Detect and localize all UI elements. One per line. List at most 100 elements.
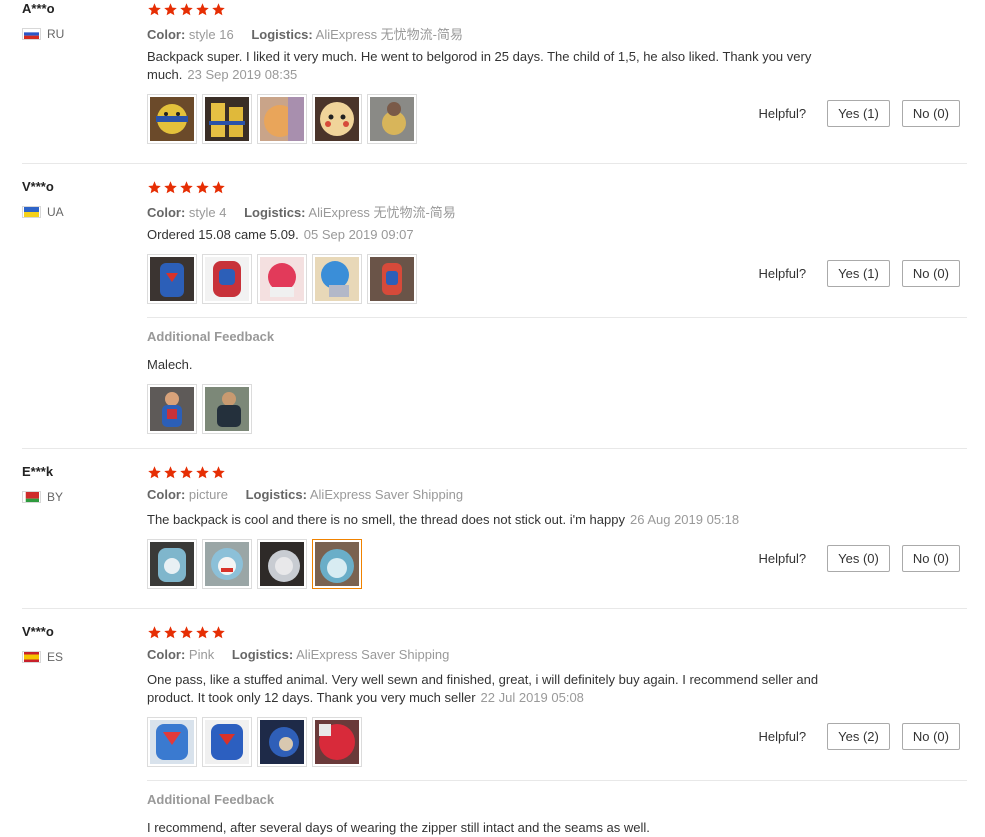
- review-photo-thumbnail[interactable]: [202, 254, 252, 304]
- vote-yes-button[interactable]: Yes (0): [827, 545, 890, 572]
- feedback-divider: [147, 780, 967, 781]
- vote-yes-button[interactable]: Yes (1): [827, 260, 890, 287]
- photo-image: [205, 720, 249, 764]
- review-text: The backpack is cool and there is no sme…: [147, 511, 847, 529]
- photo-image: [315, 720, 359, 764]
- flag-belarus-icon: [22, 491, 41, 503]
- star-icon: [196, 466, 209, 479]
- review-divider: [22, 163, 967, 164]
- color-value: style 4: [188, 205, 227, 220]
- color-label: Color:: [147, 647, 186, 662]
- additional-feedback-text: I recommend, after several days of weari…: [147, 820, 650, 835]
- reviewer-country: UA: [22, 205, 64, 219]
- country-code: RU: [47, 27, 65, 41]
- photo-image: [205, 97, 249, 141]
- star-icon: [212, 466, 225, 479]
- review-photo-thumbnail[interactable]: [202, 384, 252, 434]
- star-icon: [212, 181, 225, 194]
- vote-no-button[interactable]: No (0): [901, 260, 960, 287]
- photo-image: [150, 542, 194, 586]
- reviewer-country: BY: [22, 490, 63, 504]
- logistics-label: Logistics:: [251, 27, 313, 42]
- star-icon: [212, 626, 225, 639]
- star-icon: [180, 3, 193, 16]
- vote-no-button[interactable]: No (0): [901, 723, 960, 750]
- vote-no-button[interactable]: No (0): [901, 100, 960, 127]
- review-photo-thumbnail[interactable]: [257, 94, 307, 144]
- review-divider: [22, 608, 967, 609]
- star-icon: [180, 181, 193, 194]
- color-label: Color:: [147, 205, 186, 220]
- star-icon: [212, 3, 225, 16]
- review-photo-thumbnail-selected[interactable]: [312, 539, 362, 589]
- review-meta: Color: style 4 Logistics: AliExpress 无忧物…: [147, 202, 456, 221]
- photo-image: [150, 257, 194, 301]
- review-photos: [147, 717, 367, 767]
- color-value: picture: [188, 487, 228, 502]
- vote-no-button[interactable]: No (0): [901, 545, 960, 572]
- review-photo-thumbnail[interactable]: [147, 254, 197, 304]
- review-photo-thumbnail[interactable]: [147, 539, 197, 589]
- review-photo-thumbnail[interactable]: [312, 717, 362, 767]
- review-photo-thumbnail[interactable]: [257, 539, 307, 589]
- reviewer-name: V***o: [22, 624, 54, 639]
- review-photo-thumbnail[interactable]: [147, 384, 197, 434]
- color-value: style 16: [188, 27, 234, 42]
- photo-image: [370, 97, 414, 141]
- logistics-label: Logistics:: [245, 487, 307, 502]
- review-date: 26 Aug 2019 05:18: [629, 512, 740, 527]
- star-icon: [164, 3, 177, 16]
- review-photo-thumbnail[interactable]: [367, 94, 417, 144]
- review-text: Backpack super. I liked it very much. He…: [147, 48, 847, 84]
- reviewer-name: V***o: [22, 179, 54, 194]
- reviewer-country: RU: [22, 27, 64, 41]
- review-photo-thumbnail[interactable]: [202, 539, 252, 589]
- helpful-vote: Helpful? Yes (2) No (0): [758, 723, 960, 750]
- photo-image: [260, 257, 304, 301]
- logistics-value: AliExpress 无忧物流-简易: [308, 205, 456, 220]
- logistics-value: AliExpress Saver Shipping: [296, 647, 450, 662]
- review-photos: [147, 94, 422, 144]
- vote-yes-button[interactable]: Yes (2): [827, 723, 890, 750]
- logistics-label: Logistics:: [231, 647, 294, 662]
- review-photo-thumbnail[interactable]: [257, 717, 307, 767]
- review-photo-thumbnail[interactable]: [312, 94, 362, 144]
- review-body: The backpack is cool and there is no sme…: [147, 512, 625, 527]
- flag-russia-icon: [22, 28, 41, 40]
- photo-image: [150, 97, 194, 141]
- flag-ukraine-icon: [22, 206, 41, 218]
- additional-feedback-title: Additional Feedback: [147, 329, 275, 344]
- helpful-vote: Helpful? Yes (1) No (0): [758, 260, 960, 287]
- helpful-label: Helpful?: [758, 266, 807, 281]
- review-photo-thumbnail[interactable]: [202, 94, 252, 144]
- additional-feedback-text: Malech.: [147, 357, 193, 372]
- vote-yes-button[interactable]: Yes (1): [827, 100, 890, 127]
- star-rating: [147, 2, 227, 17]
- photo-image: [205, 542, 249, 586]
- review-photos: [147, 254, 422, 304]
- review-photo-thumbnail[interactable]: [147, 717, 197, 767]
- review-date: 22 Jul 2019 05:08: [480, 690, 584, 705]
- flag-spain-icon: [22, 651, 41, 663]
- logistics-label: Logistics:: [244, 205, 306, 220]
- feedback-divider: [147, 317, 967, 318]
- star-icon: [164, 466, 177, 479]
- photo-image: [150, 387, 194, 431]
- review-meta: Color: picture Logistics: AliExpress Sav…: [147, 487, 463, 502]
- photo-image: [150, 720, 194, 764]
- review-photo-thumbnail[interactable]: [202, 717, 252, 767]
- additional-feedback-title: Additional Feedback: [147, 792, 275, 807]
- star-icon: [180, 626, 193, 639]
- country-code: UA: [47, 205, 64, 219]
- star-icon: [148, 181, 161, 194]
- photo-image: [315, 257, 359, 301]
- review-photo-thumbnail[interactable]: [312, 254, 362, 304]
- color-label: Color:: [147, 27, 186, 42]
- review-date: 23 Sep 2019 08:35: [187, 67, 298, 82]
- photo-image: [260, 97, 304, 141]
- review-text: Ordered 15.08 came 5.09. 05 Sep 2019 09:0…: [147, 226, 847, 244]
- review-photo-thumbnail[interactable]: [257, 254, 307, 304]
- review-photo-thumbnail[interactable]: [367, 254, 417, 304]
- review-photo-thumbnail[interactable]: [147, 94, 197, 144]
- review-meta: Color: style 16 Logistics: AliExpress 无忧…: [147, 24, 463, 43]
